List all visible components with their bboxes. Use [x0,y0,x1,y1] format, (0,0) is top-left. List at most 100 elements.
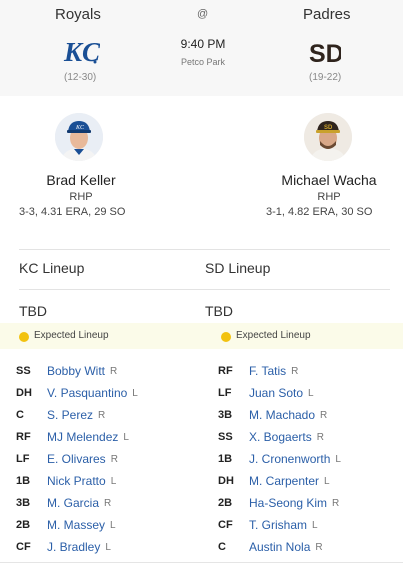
home-pitcher-hand: RHP [317,191,341,203]
position: SS [16,365,31,377]
bats-hand: L [123,431,129,443]
position: 3B [218,409,233,421]
lineup-row: 3B M. Garcia R [16,492,138,514]
position: SS [218,431,233,443]
lineup-row: RF F. Tatis R [218,360,341,382]
away-pitcher-hand: RHP [69,191,93,203]
lineup-row: SS X. Bogaerts R [218,426,341,448]
position: C [218,541,226,553]
player-link[interactable]: Nick Pratto [47,474,106,488]
game-time: 9:40 PM [180,37,226,51]
home-expected-label: Expected Lineup [236,330,311,341]
bats-hand: R [316,431,324,443]
svg-text:KC: KC [75,125,85,131]
padres-logo-text: SD [309,40,341,68]
home-pitcher-avatar[interactable]: SD [304,113,352,161]
position: 2B [218,497,233,509]
player-link[interactable]: M. Massey [47,518,105,532]
position: DH [218,475,234,487]
player-link[interactable]: M. Carpenter [249,474,319,488]
away-lineup-list: SS Bobby Witt R DH V. Pasquantino L C S. Pere… [16,360,138,558]
bottom-divider [0,562,403,563]
away-team-name[interactable]: Royals [55,6,101,23]
bats-hand: L [312,519,318,531]
lineup-row: DH V. Pasquantino L [16,382,138,404]
player-link[interactable]: Juan Soto [249,386,303,400]
bats-hand: R [320,409,328,421]
expected-status-dot-icon [221,332,231,342]
royals-logo-icon[interactable]: KC [60,34,100,68]
player-link[interactable]: Austin Nola [249,540,310,554]
player-link[interactable]: J. Bradley [47,540,100,554]
bats-hand: R [98,409,106,421]
bats-hand: R [104,497,112,509]
player-link[interactable]: J. Cronenworth [249,452,330,466]
padres-logo-icon[interactable]: SD [307,34,341,70]
away-pitcher-stats: 3-3, 4.31 ERA, 29 SO [19,206,126,218]
player-link[interactable]: MJ Melendez [47,430,118,444]
lineup-row: DH M. Carpenter L [218,470,341,492]
bats-hand: L [132,387,138,399]
bats-hand: R [291,365,299,377]
bats-hand: L [105,541,111,553]
bats-hand: L [324,475,330,487]
bats-hand: L [110,475,117,487]
player-link[interactable]: F. Tatis [249,364,286,378]
player-link[interactable]: T. Grisham [249,518,307,532]
game-header: Royals @ Padres KC SD (12-30) (19-22) 9:… [0,0,403,96]
position: 2B [16,519,31,531]
player-link[interactable]: M. Machado [249,408,315,422]
position: RF [218,365,233,377]
player-link[interactable]: E. Olivares [47,452,106,466]
player-link[interactable]: V. Pasquantino [47,386,127,400]
away-pitcher-avatar[interactable]: KC [55,113,103,161]
home-team-record: (19-22) [309,72,342,83]
bats-hand: L [308,387,314,399]
lineup-row: CF T. Grisham L [218,514,341,536]
home-team-name[interactable]: Padres [303,6,351,23]
bats-hand: R [110,453,118,465]
home-pitcher-name[interactable]: Michael Wacha [268,172,390,188]
player-link[interactable]: S. Perez [47,408,93,422]
position: CF [16,541,31,553]
position: CF [218,519,233,531]
svg-text:SD: SD [324,125,333,131]
home-lineup-status: TBD [205,303,233,319]
player-link[interactable]: M. Garcia [47,496,99,510]
lineup-row: LF Juan Soto L [218,382,341,404]
bats-hand: L [335,453,341,465]
home-lineup-heading: SD Lineup [205,260,271,276]
lineup-row: 1B J. Cronenworth L [218,448,341,470]
expected-lineup-bar: Expected Lineup Expected Lineup [0,323,403,349]
lineup-row: C S. Perez R [16,404,138,426]
position: 3B [16,497,31,509]
lineup-row: C Austin Nola R [218,536,341,558]
lineup-row: CF J. Bradley L [16,536,138,558]
lineup-row: 2B Ha-Seong Kim R [218,492,341,514]
away-lineup-heading: KC Lineup [19,260,85,276]
section-divider [19,289,390,290]
lineup-row: SS Bobby Witt R [16,360,138,382]
away-expected-label: Expected Lineup [34,330,109,341]
player-link[interactable]: Bobby Witt [47,364,105,378]
bats-hand: R [332,497,340,509]
player-link[interactable]: X. Bogaerts [249,430,312,444]
probable-pitchers: KC SD Brad Keller RHP 3-3, 4.31 ERA, 29 … [0,96,403,241]
at-separator: @ [197,8,209,20]
position: LF [218,387,232,399]
lineup-row: 3B M. Machado R [218,404,341,426]
away-lineup-status: TBD [19,303,47,319]
position: C [16,409,24,421]
away-pitcher-name[interactable]: Brad Keller [22,172,140,188]
expected-status-dot-icon [19,332,29,342]
home-pitcher-stats: 3-1, 4.82 ERA, 30 SO [266,206,373,218]
bats-hand: R [110,365,118,377]
position: RF [16,431,31,443]
player-headshot-icon: KC [55,113,103,161]
venue-name: Petco Park [180,57,226,67]
bats-hand: R [315,541,323,553]
away-team-record: (12-30) [64,72,97,83]
player-link[interactable]: Ha-Seong Kim [249,496,327,510]
lineup-row: RF MJ Melendez L [16,426,138,448]
player-headshot-icon: SD [304,113,352,161]
